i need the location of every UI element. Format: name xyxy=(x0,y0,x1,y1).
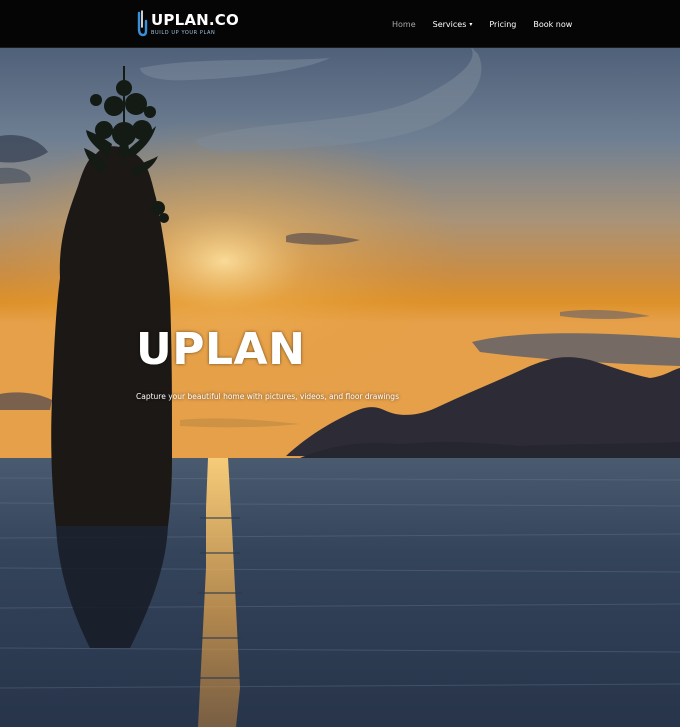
brand-logo-link[interactable]: UPLAN.CO BUILD UP YOUR PLAN xyxy=(136,7,239,41)
top-navbar: UPLAN.CO BUILD UP YOUR PLAN Home Service… xyxy=(0,0,680,48)
nav-item-home[interactable]: Home xyxy=(392,20,416,29)
hero-title: UPLAN xyxy=(136,324,306,375)
hero-background-image xyxy=(0,48,680,727)
hero-section: UPLAN Capture your beautiful home with p… xyxy=(0,48,680,727)
nav-item-label: Home xyxy=(392,19,416,29)
hero-subtitle: Capture your beautiful home with picture… xyxy=(136,392,399,401)
nav-item-services[interactable]: Services ▾ xyxy=(433,20,473,29)
brand-name: UPLAN.CO xyxy=(151,10,239,29)
brand-tagline: BUILD UP YOUR PLAN xyxy=(151,29,216,36)
nav-item-book-now[interactable]: Book now xyxy=(533,20,572,29)
nav-item-label: Services xyxy=(432,19,467,29)
u-logo-icon xyxy=(137,10,148,37)
main-nav: Home Services ▾ Pricing Book now xyxy=(392,0,589,48)
caret-down-icon: ▾ xyxy=(469,20,473,28)
nav-item-label: Pricing xyxy=(489,19,517,29)
brand-text: UPLAN.CO BUILD UP YOUR PLAN xyxy=(151,10,239,36)
nav-item-label: Book now xyxy=(533,19,573,29)
nav-item-pricing[interactable]: Pricing xyxy=(489,20,516,29)
